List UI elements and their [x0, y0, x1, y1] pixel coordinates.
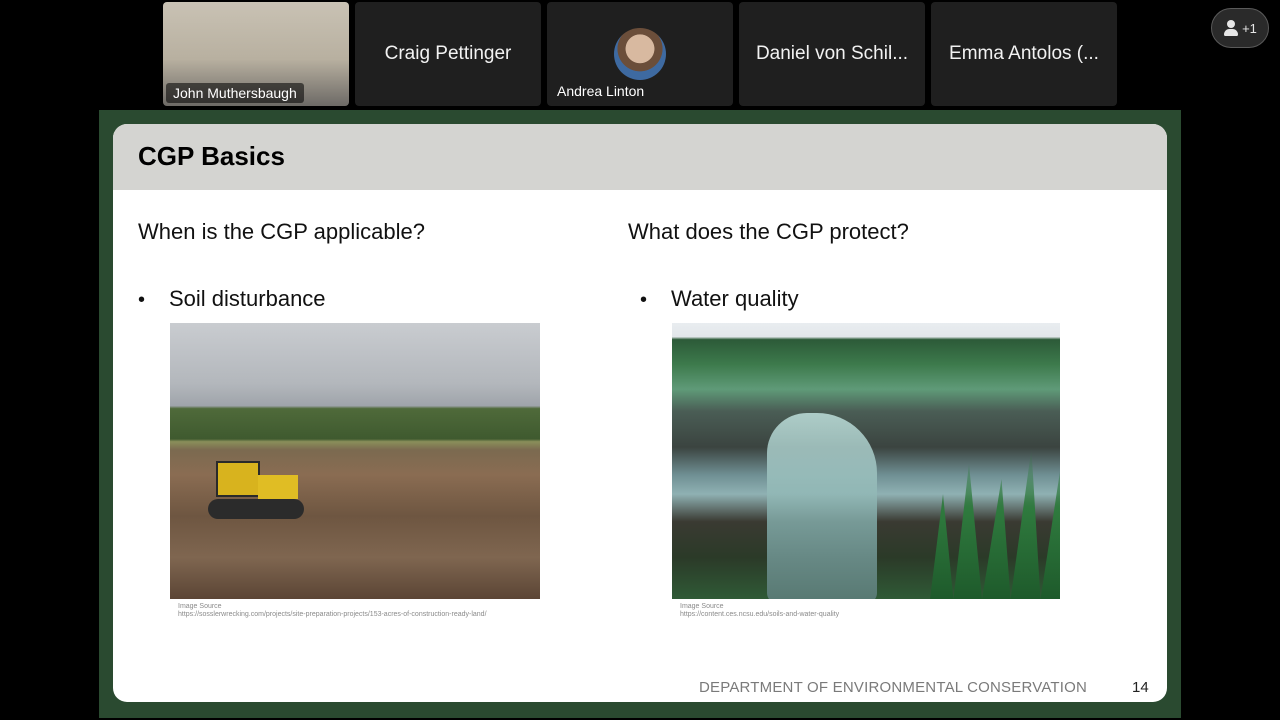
overflow-count: +1	[1242, 20, 1257, 36]
participant-name: Emma Antolos (...	[949, 43, 1099, 64]
image-source-label: Image Source	[680, 603, 724, 610]
participant-tile-john[interactable]: John Muthersbaugh	[163, 2, 349, 106]
participant-tile-andrea[interactable]: Andrea Linton	[547, 2, 733, 106]
right-bullet-text: Water quality	[671, 286, 799, 311]
slide-title: CGP Basics	[138, 141, 285, 171]
meeting-window: John Muthersbaugh Craig Pettinger Andrea…	[0, 0, 1280, 720]
bulldozer-graphic	[208, 461, 308, 523]
right-bullet: • Water quality	[640, 286, 799, 312]
left-bullet-text: Soil disturbance	[169, 286, 326, 311]
participant-name: John Muthersbaugh	[166, 83, 304, 103]
participant-tile-craig[interactable]: Craig Pettinger	[355, 2, 541, 106]
participants-overflow-button[interactable]: +1	[1211, 8, 1269, 48]
slide-page-number: 14	[1132, 679, 1149, 696]
avatar	[614, 28, 666, 80]
participant-name: Andrea Linton	[557, 83, 645, 99]
participant-tile-daniel[interactable]: Daniel von Schil...	[739, 2, 925, 106]
runoff-stream-graphic	[767, 413, 877, 599]
bullet-dot: •	[640, 289, 648, 311]
participant-name: Daniel von Schil...	[755, 43, 909, 64]
image-source-label: Image Source	[178, 603, 222, 610]
water-quality-photo	[672, 323, 1060, 599]
soil-disturbance-photo	[170, 323, 540, 599]
grass-graphic	[930, 449, 1060, 599]
slide-footer: DEPARTMENT OF ENVIRONMENTAL CONSERVATION	[699, 679, 1088, 696]
person-icon	[1223, 20, 1239, 36]
presentation-slide: CGP Basics When is the CGP applicable? W…	[113, 124, 1167, 702]
image-source-url: https://sosslerwrecking.com/projects/sit…	[178, 611, 487, 618]
left-bullet: • Soil disturbance	[138, 286, 326, 312]
image-source-url: https://content.ces.ncsu.edu/soils-and-w…	[680, 611, 840, 618]
participant-tile-emma[interactable]: Emma Antolos (...	[931, 2, 1117, 106]
left-column-heading: When is the CGP applicable?	[138, 219, 425, 244]
participant-name: Craig Pettinger	[384, 43, 512, 64]
right-column-heading: What does the CGP protect?	[628, 219, 909, 244]
right-image-source: Image Source https://content.ces.ncsu.ed…	[680, 603, 839, 619]
bullet-dot: •	[138, 289, 146, 311]
left-image-source: Image Source https://sosslerwrecking.com…	[178, 603, 487, 619]
